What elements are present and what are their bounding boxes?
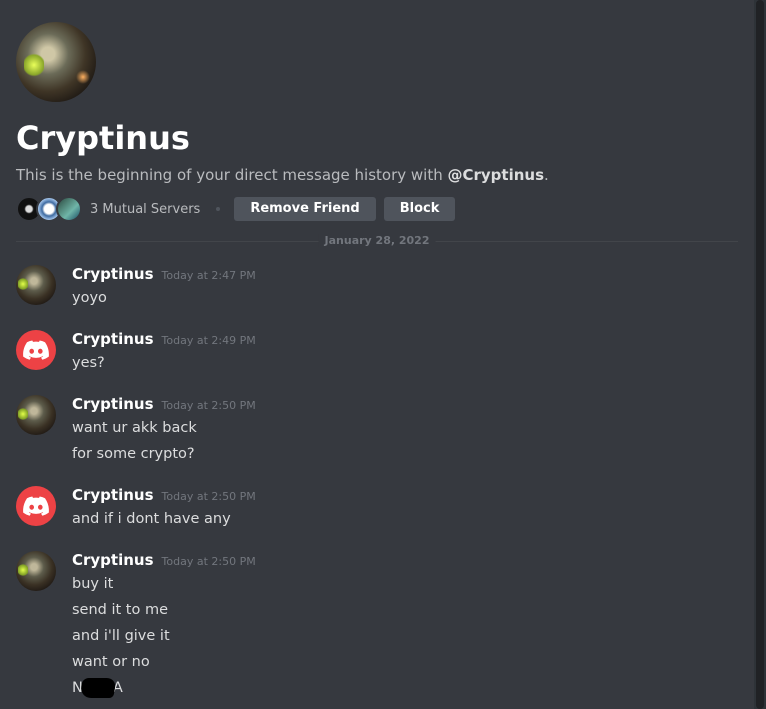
message-text: and i'll give it — [72, 628, 170, 644]
message-timestamp: Today at 2:50 PM — [161, 555, 256, 568]
user-avatar[interactable] — [16, 551, 56, 591]
discord-logo-icon[interactable] — [16, 330, 56, 370]
message-text: and if i dont have any — [72, 511, 231, 527]
dm-description: This is the beginning of your direct mes… — [16, 166, 738, 184]
block-button[interactable]: Block — [383, 197, 456, 221]
date-divider-label: January 28, 2022 — [318, 234, 436, 247]
redaction-scribble — [79, 678, 117, 698]
user-mention[interactable]: @Cryptinus — [447, 166, 544, 184]
message-author[interactable]: Cryptinus — [72, 330, 154, 348]
description-text: This is the beginning of your direct mes… — [16, 166, 448, 184]
message-author[interactable]: Cryptinus — [72, 265, 154, 283]
message-text: for some crypto? — [72, 446, 195, 462]
message-timestamp: Today at 2:50 PM — [161, 399, 256, 412]
message-group: Cryptinus Today at 2:50 PM buy it send i… — [16, 551, 738, 703]
profile-actions: 3 Mutual Servers Remove Friend Block — [16, 196, 738, 222]
message-group: Cryptinus Today at 2:47 PM yoyo — [16, 265, 738, 309]
message-text: send it to me — [72, 602, 169, 618]
message-text: buy it — [72, 576, 114, 592]
message-author[interactable]: Cryptinus — [72, 551, 154, 569]
scrollbar-track[interactable] — [754, 0, 766, 709]
user-avatar[interactable] — [16, 395, 56, 435]
message-text: want ur akk back — [72, 420, 197, 436]
message-group: Cryptinus Today at 2:50 PM and if i dont… — [16, 486, 738, 530]
message-group: Cryptinus Today at 2:50 PM want ur akk b… — [16, 395, 738, 469]
profile-avatar[interactable] — [16, 22, 96, 102]
message-author[interactable]: Cryptinus — [72, 395, 154, 413]
message-group: Cryptinus Today at 2:49 PM yes? — [16, 330, 738, 374]
mutual-server-icons[interactable] — [16, 196, 82, 222]
message-timestamp: Today at 2:50 PM — [161, 490, 256, 503]
remove-friend-button[interactable]: Remove Friend — [234, 197, 376, 221]
message-text: want or no — [72, 654, 150, 670]
message-text: yes? — [72, 355, 105, 371]
scrollbar-thumb[interactable] — [756, 0, 764, 709]
dm-intro: Cryptinus This is the beginning of your … — [16, 22, 738, 222]
message-timestamp: Today at 2:49 PM — [161, 334, 256, 347]
mutual-servers-link[interactable]: 3 Mutual Servers — [90, 202, 200, 217]
user-avatar[interactable] — [16, 265, 56, 305]
message-text: NA — [72, 677, 738, 703]
separator-dot — [216, 207, 221, 211]
dm-username: Cryptinus — [16, 119, 190, 157]
message-timestamp: Today at 2:47 PM — [161, 269, 256, 282]
message-text: yoyo — [72, 290, 107, 306]
date-divider: January 28, 2022 — [16, 234, 738, 247]
message-author[interactable]: Cryptinus — [72, 486, 154, 504]
description-suffix: . — [544, 166, 549, 184]
discord-logo-icon[interactable] — [16, 486, 56, 526]
server-icon — [56, 196, 82, 222]
